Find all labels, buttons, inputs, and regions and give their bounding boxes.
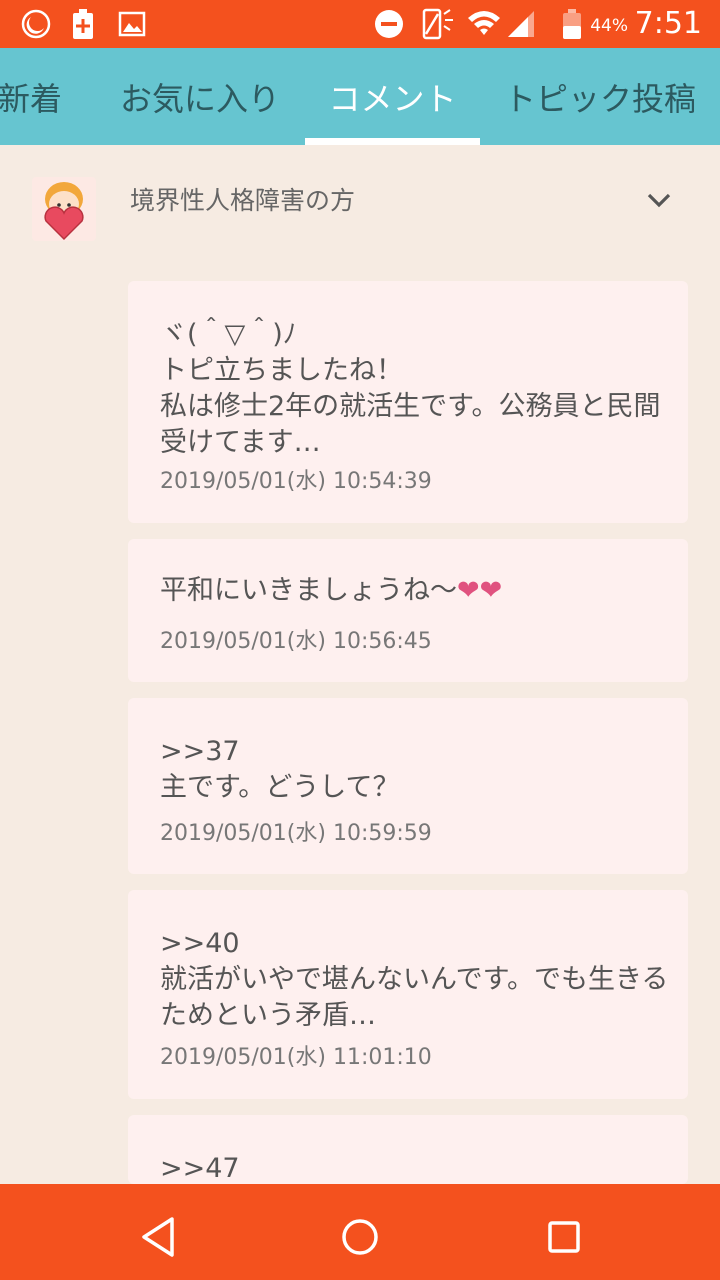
comment-date: 2019/05/01(水) 10:56:45 [160,629,432,654]
comment-text: >>37 主です。どうして？ [160,736,400,803]
comment-card[interactable]: >>47 [128,1115,688,1184]
comment-text: ヾ(＾▽＾)ﾉ トピ立ちましたね！ 私は修士2年の就活生です。公務員と民間受けて… [160,319,661,458]
girl-heart-icon [32,177,96,241]
signal-icon [506,8,536,40]
battery-percent: 44% [590,16,628,36]
comment-text: >>40 就活がいやで堪んないんです。でも生きるためという矛盾… [160,928,669,1031]
wifi-icon [466,8,502,40]
dnd-icon [374,8,404,40]
comment-card[interactable]: >>40 就活がいやで堪んないんです。でも生きるためという矛盾… 2019/05… [128,890,688,1099]
chevron-down-icon[interactable] [646,191,672,213]
battery-plus-icon [72,8,94,40]
rotate-icon [420,8,456,40]
topic-title: 境界性人格障害の方 [130,186,356,215]
home-icon[interactable] [335,1212,385,1262]
comment-card[interactable]: 平和にいきましょうね〜❤❤ 2019/05/01(水) 10:56:45 [128,539,688,682]
tab-comments[interactable]: コメント [305,48,480,145]
moon-icon [20,8,52,40]
comment-date: 2019/05/01(水) 11:01:10 [160,1045,432,1070]
comment-card[interactable]: >>37 主です。どうして？ 2019/05/01(水) 10:59:59 [128,698,688,874]
active-tab-indicator [305,138,480,145]
topic-header[interactable]: 境界性人格障害の方 [0,145,720,265]
tab-favorites[interactable]: お気に入り [105,48,295,145]
heart-icons: ❤❤ [457,575,503,606]
back-icon[interactable] [133,1212,183,1262]
comment-date: 2019/05/01(水) 10:59:59 [160,821,432,846]
image-icon [118,8,146,40]
comment-date: 2019/05/01(水) 10:54:39 [160,469,432,494]
comment-text-body: 平和にいきましょうね〜 [160,575,457,606]
system-nav-bar [0,1184,720,1280]
tab-bar: 新着 お気に入り コメント トピック投稿 [0,48,720,145]
recents-icon[interactable] [539,1212,589,1262]
battery-icon [562,8,582,40]
comment-card[interactable]: ヾ(＾▽＾)ﾉ トピ立ちましたね！ 私は修士2年の就活生です。公務員と民間受けて… [128,281,688,523]
tab-new[interactable]: 新着 [0,48,90,145]
status-bar: 44% 7:51 [0,0,720,48]
clock: 7:51 [634,6,702,41]
comment-text: 平和にいきましょうね〜❤❤ [160,573,670,609]
tab-topic-post[interactable]: トピック投稿 [490,48,710,145]
comment-text: >>47 [160,1153,240,1184]
